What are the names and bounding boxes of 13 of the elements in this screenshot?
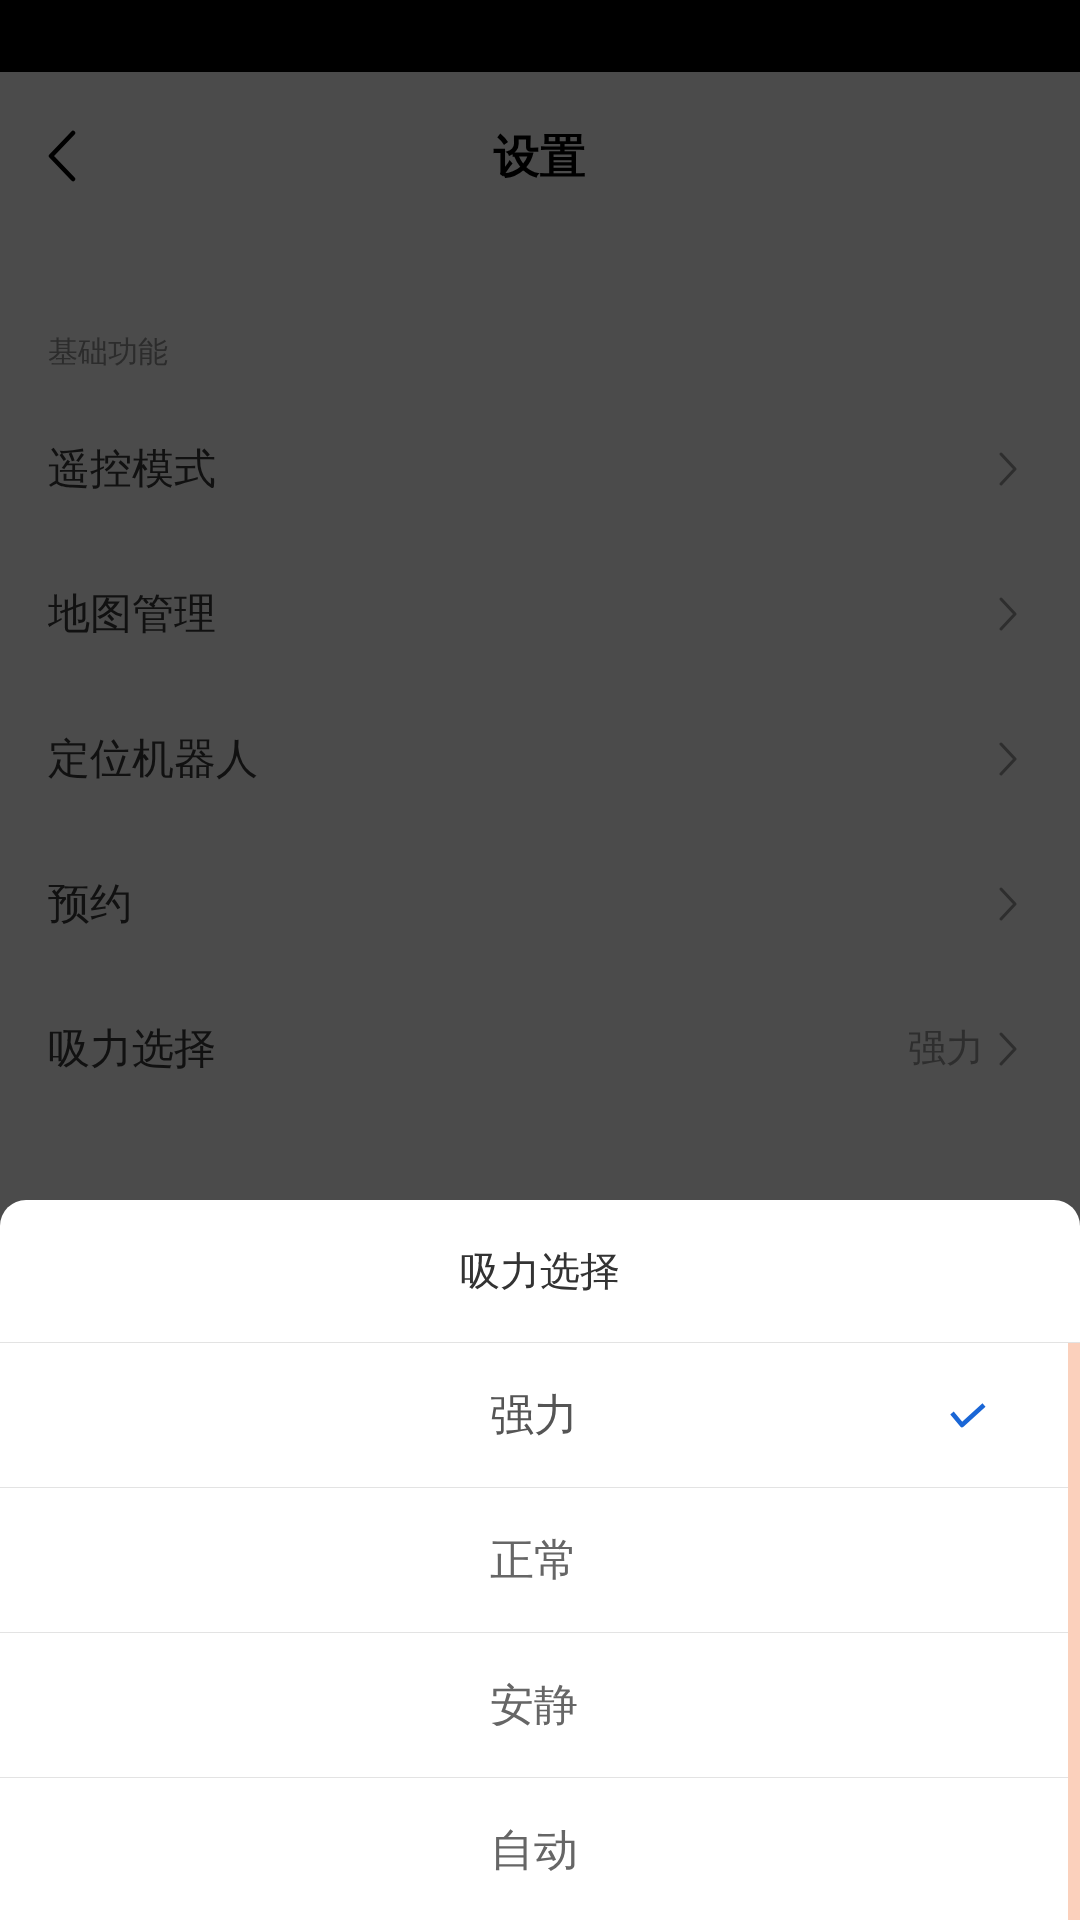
settings-row[interactable]: 地图管理 — [0, 541, 1080, 686]
chevron-right-icon — [998, 885, 1018, 922]
settings-row[interactable]: 定位机器人 — [0, 686, 1080, 831]
page-title: 设置 — [494, 133, 586, 179]
chevron-right-icon — [998, 1030, 1018, 1067]
checkmark-icon — [950, 1403, 986, 1429]
chevron-right-icon — [998, 595, 1018, 632]
settings-row[interactable]: 预约 — [0, 831, 1080, 976]
option-item[interactable]: 强力 — [0, 1343, 1068, 1488]
sheet-title: 吸力选择 — [460, 1247, 620, 1296]
settings-row[interactable]: 遥控模式 — [0, 396, 1080, 541]
chevron-right-icon — [998, 740, 1018, 777]
chevron-right-icon — [998, 450, 1018, 487]
